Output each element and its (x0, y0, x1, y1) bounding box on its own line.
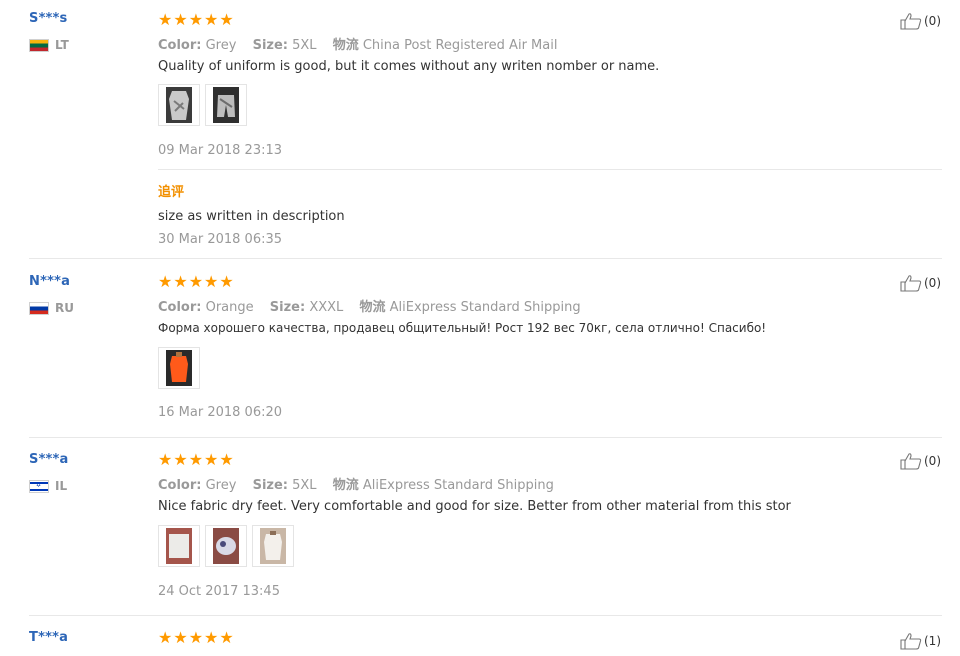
reviewer-name[interactable]: N***a (29, 274, 70, 289)
reviewer-name[interactable]: S***a (29, 452, 69, 467)
review-photos (158, 525, 294, 567)
star-rating: ★ ★ ★ ★ ★ (158, 630, 234, 646)
helpful-count: (0) (924, 454, 941, 468)
star-icon: ★ (158, 628, 173, 647)
russia-flag-icon (29, 301, 49, 315)
star-icon: ★ (158, 450, 173, 469)
helpful-button[interactable]: (0) (900, 452, 941, 470)
star-icon: ★ (158, 10, 173, 29)
review-text: Quality of uniform is good, but it comes… (158, 59, 660, 74)
review-photo[interactable] (158, 347, 200, 389)
star-icon: ★ (188, 450, 204, 469)
followup-text: size as written in description (158, 209, 345, 224)
review-photo[interactable] (205, 84, 247, 126)
review-text: Nice fabric dry feet. Very comfortable a… (158, 499, 791, 514)
star-icon: ★ (219, 10, 234, 29)
star-rating: ★ ★ ★ ★ ★ (158, 452, 234, 468)
size-label: Size: (252, 478, 288, 493)
package-photo (213, 528, 239, 564)
white-jersey-photo (260, 528, 286, 564)
logistics-label: 物流 (359, 300, 386, 315)
color-label: Color: (158, 300, 202, 315)
size-value: XXXL (309, 300, 344, 315)
country-code: LT (55, 38, 69, 52)
review-divider (29, 437, 942, 438)
order-info: Color: Grey Size: 5XL 物流 AliExpress Stan… (158, 474, 554, 493)
star-icon: ★ (188, 628, 204, 647)
order-info: Color: Orange Size: XXXL 物流 AliExpress S… (158, 296, 581, 315)
review-date: 16 Mar 2018 06:20 (158, 405, 283, 420)
size-label: Size: (252, 38, 288, 53)
star-rating: ★ ★ ★ ★ ★ (158, 274, 234, 290)
helpful-count: (1) (924, 634, 941, 648)
reviewer-country: RU (29, 301, 74, 315)
helpful-count: (0) (924, 276, 941, 290)
star-icon: ★ (204, 628, 219, 647)
grey-jersey-photo (166, 87, 192, 123)
size-value: 5XL (292, 38, 317, 53)
star-icon: ★ (219, 450, 234, 469)
star-icon: ★ (219, 628, 234, 647)
country-code: IL (55, 479, 68, 493)
shipping-value: China Post Registered Air Mail (362, 38, 558, 53)
reviewer-name[interactable]: T***a (29, 630, 68, 645)
helpful-button[interactable]: (1) (900, 632, 941, 650)
review-photo[interactable] (158, 84, 200, 126)
color-value: Grey (205, 478, 237, 493)
reviewer-country: LT (29, 38, 69, 52)
color-label: Color: (158, 38, 202, 53)
shipping-value: AliExpress Standard Shipping (362, 478, 554, 493)
star-icon: ★ (188, 10, 204, 29)
size-value: 5XL (292, 478, 317, 493)
logistics-label: 物流 (332, 38, 359, 53)
orange-jersey-photo (166, 350, 192, 386)
israel-flag-icon: ✡ (29, 479, 49, 493)
order-info: Color: Grey Size: 5XL 物流 China Post Regi… (158, 34, 557, 53)
followup-date: 30 Mar 2018 06:35 (158, 232, 283, 247)
star-icon: ★ (173, 450, 188, 469)
white-fabric-photo (166, 528, 192, 564)
helpful-button[interactable]: (0) (900, 12, 941, 30)
star-rating: ★ ★ ★ ★ ★ (158, 12, 234, 28)
review-date: 24 Oct 2017 13:45 (158, 584, 280, 599)
thumbs-up-icon (900, 453, 922, 470)
review-divider (29, 615, 942, 616)
color-value: Grey (205, 38, 237, 53)
thumbs-up-icon (900, 633, 922, 650)
star-icon: ★ (204, 272, 219, 291)
star-icon: ★ (173, 272, 188, 291)
color-label: Color: (158, 478, 202, 493)
thumbs-up-icon (900, 13, 922, 30)
color-value: Orange (205, 300, 254, 315)
grey-shorts-photo (213, 87, 239, 123)
reviewer-country: ✡ IL (29, 479, 67, 493)
shipping-value: AliExpress Standard Shipping (389, 300, 581, 315)
size-label: Size: (269, 300, 306, 315)
review-date: 09 Mar 2018 23:13 (158, 143, 283, 158)
review-text: Форма хорошего качества, продавец общите… (158, 321, 767, 335)
reviewer-name[interactable]: S***s (29, 11, 68, 26)
star-icon: ★ (158, 272, 173, 291)
review-photo[interactable] (205, 525, 247, 567)
star-icon: ★ (188, 272, 204, 291)
star-icon: ★ (173, 10, 188, 29)
logistics-label: 物流 (332, 478, 359, 493)
review-photos (158, 347, 200, 389)
helpful-count: (0) (924, 14, 941, 28)
review-photo[interactable] (158, 525, 200, 567)
star-icon: ★ (204, 450, 219, 469)
star-icon: ★ (219, 272, 234, 291)
helpful-button[interactable]: (0) (900, 274, 941, 292)
thumbs-up-icon (900, 275, 922, 292)
star-icon: ★ (204, 10, 219, 29)
review-photos (158, 84, 247, 126)
review-photo[interactable] (252, 525, 294, 567)
country-code: RU (55, 301, 74, 315)
followup-label: 追评 (158, 185, 185, 200)
star-icon: ★ (173, 628, 188, 647)
divider (158, 169, 942, 170)
lithuania-flag-icon (29, 38, 49, 52)
review-divider (29, 258, 942, 259)
